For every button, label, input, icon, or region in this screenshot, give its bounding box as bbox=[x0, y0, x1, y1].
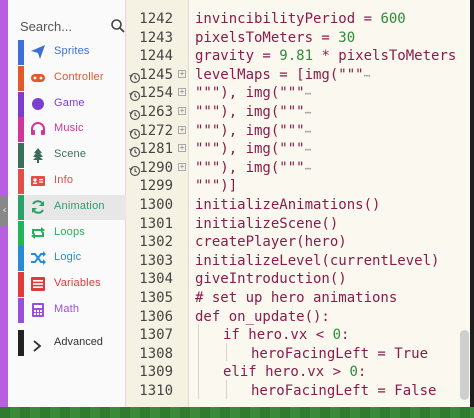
fold-expand-icon[interactable]: + bbox=[178, 162, 186, 171]
category-label: Music bbox=[54, 122, 84, 135]
category-label: Game bbox=[54, 96, 85, 109]
scrollbar-thumb[interactable] bbox=[460, 330, 469, 400]
category-label: Sprites bbox=[54, 45, 90, 57]
chevron-right-icon bbox=[32, 337, 42, 352]
code-text: heroFacingLeft = False bbox=[251, 383, 437, 399]
toolbox-sidebar: Sprites Controller Game Music Scene Info Anima… bbox=[8, 0, 133, 418]
category-variables[interactable]: Variables bbox=[18, 272, 133, 298]
headphones-icon bbox=[30, 121, 46, 137]
calculator-icon bbox=[30, 302, 46, 318]
fold-expand-icon[interactable]: + bbox=[178, 69, 186, 78]
category-label: Advanced bbox=[54, 336, 103, 348]
category-scene[interactable]: Scene bbox=[18, 143, 133, 169]
category-music[interactable]: Music bbox=[18, 117, 133, 143]
circle-icon bbox=[30, 96, 46, 112]
search-icon[interactable] bbox=[110, 18, 126, 34]
category-label: Animation bbox=[54, 199, 105, 212]
code-editor[interactable]: 1242 invincibilityPeriod = 600 1243 pixelsT… bbox=[126, 0, 474, 418]
fold-ellipsis: ⋯ bbox=[304, 143, 312, 157]
id-card-icon bbox=[30, 173, 46, 189]
category-game[interactable]: Game bbox=[18, 91, 133, 117]
toolbox-search bbox=[18, 15, 126, 37]
list-icon bbox=[30, 276, 46, 292]
category-label: Variables bbox=[54, 277, 101, 290]
category-sprites[interactable]: Sprites bbox=[18, 40, 133, 65]
gamepad-icon bbox=[30, 70, 46, 86]
category-label: Controller bbox=[54, 70, 104, 83]
category-logic[interactable]: Logic bbox=[18, 246, 133, 272]
category-loops[interactable]: Loops bbox=[18, 220, 133, 246]
category-label: Math bbox=[54, 303, 80, 315]
fold-ellipsis: ⋯ bbox=[304, 124, 312, 138]
fold-ellipsis: ⋯ bbox=[363, 68, 371, 82]
category-info[interactable]: Info bbox=[18, 169, 133, 194]
category-label: Info bbox=[54, 174, 74, 186]
fold-expand-icon[interactable]: + bbox=[178, 125, 186, 134]
fold-ellipsis: ⋯ bbox=[304, 161, 312, 175]
refresh-icon bbox=[30, 199, 46, 215]
code-line[interactable]: 1310 heroFacingLeft = False bbox=[126, 380, 474, 402]
category-controller[interactable]: Controller bbox=[18, 65, 133, 91]
fold-ellipsis: ⋯ bbox=[304, 87, 312, 101]
category-advanced[interactable]: Advanced bbox=[18, 330, 133, 356]
bottom-bar bbox=[0, 407, 474, 418]
right-edge-strip bbox=[470, 0, 474, 418]
fold-ellipsis: ⋯ bbox=[304, 106, 312, 119]
tree-icon bbox=[30, 147, 46, 164]
category-label: Logic bbox=[54, 251, 82, 264]
fold-expand-icon[interactable]: + bbox=[178, 144, 186, 153]
fold-expand-icon[interactable]: + bbox=[178, 88, 186, 97]
indent-guide bbox=[226, 342, 227, 362]
fold-expand-icon[interactable]: + bbox=[178, 107, 186, 115]
category-animation[interactable]: Animation bbox=[18, 194, 133, 220]
indent-guide bbox=[226, 380, 227, 399]
indent-guide bbox=[198, 324, 199, 399]
category-math[interactable]: Math bbox=[18, 298, 133, 323]
category-label: Scene bbox=[54, 148, 87, 161]
loop-icon bbox=[30, 225, 46, 241]
shuffle-icon bbox=[30, 250, 46, 266]
send-icon bbox=[30, 44, 46, 60]
category-label: Loops bbox=[54, 225, 85, 238]
line-number: 1310 bbox=[139, 383, 173, 399]
